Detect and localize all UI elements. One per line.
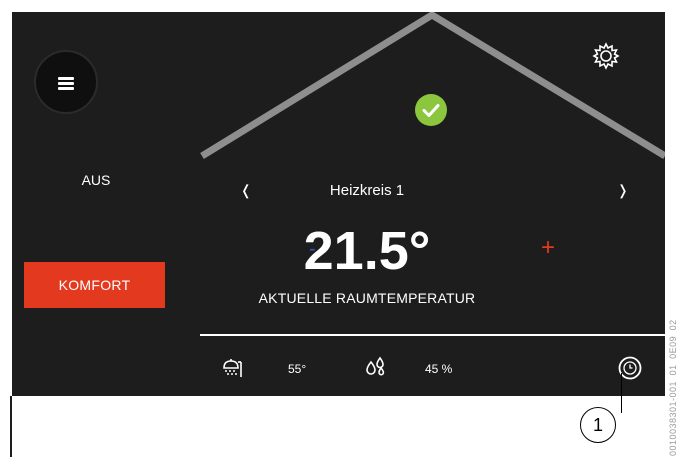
thermostat-screen: AUS KOMFORT ❬ Heizkreis 1 ❭ - 21.5° + AK… — [12, 12, 665, 396]
check-icon — [415, 94, 447, 126]
humidity-value: 45 % — [425, 362, 453, 376]
heating-circuit-name: Heizkreis 1 — [329, 182, 405, 199]
room-temperature-value: 21.5° — [303, 221, 431, 281]
house-roof-outline — [200, 12, 665, 159]
water-temperature: 55° — [288, 362, 307, 376]
menu-icon-bar — [58, 87, 74, 90]
droplets-icon — [366, 356, 385, 376]
komfort-button[interactable]: KOMFORT — [24, 262, 165, 308]
callout-marker: 1 — [580, 407, 616, 443]
screen-edge — [10, 396, 12, 457]
shower-icon — [223, 359, 242, 377]
menu-icon — [58, 77, 74, 80]
menu-button[interactable] — [34, 50, 98, 114]
figure-code: 0010038301-001_01_0E09_02 — [668, 319, 677, 456]
callout-leader-line — [621, 373, 623, 413]
mode-status: AUS — [81, 172, 111, 188]
room-temperature-label: AKTUELLE RAUMTEMPERATUR — [258, 290, 476, 306]
increase-temperature-button[interactable]: + — [541, 234, 555, 262]
prev-circuit-button[interactable]: ❬ — [240, 182, 252, 199]
gear-icon[interactable] — [592, 42, 620, 70]
status-divider — [200, 334, 665, 336]
next-circuit-button[interactable]: ❭ — [617, 182, 629, 199]
menu-icon-bar — [58, 82, 74, 85]
